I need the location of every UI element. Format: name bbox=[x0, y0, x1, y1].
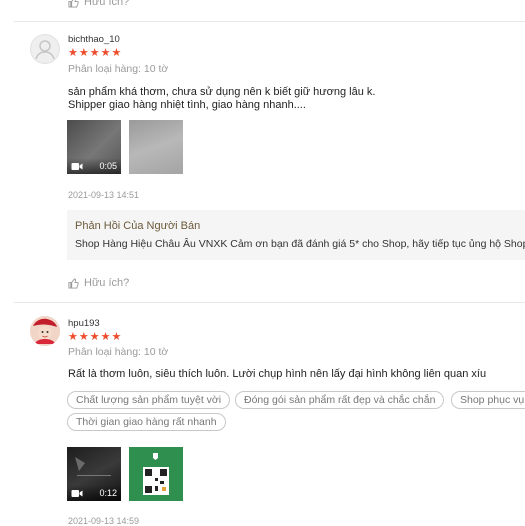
seller-reply-title: Phản Hồi Của Người Bán bbox=[75, 220, 201, 232]
review-tag: Đóng gói sản phẩm rất đẹp và chắc chắn bbox=[235, 391, 445, 409]
review-video-thumbnail[interactable]: 0:05 bbox=[67, 120, 121, 174]
product-variation: Phân loại hàng: 10 tờ bbox=[68, 346, 169, 358]
review-divider bbox=[14, 21, 525, 22]
rating-stars: ★★★★★ bbox=[68, 47, 123, 59]
review-photo-thumbnail[interactable] bbox=[129, 120, 183, 174]
helpful-label: Hữu ích? bbox=[84, 277, 130, 289]
review-divider bbox=[14, 302, 525, 303]
review-comment-line-2: Shipper giao hàng nhiệt tình, giao hàng … bbox=[68, 99, 306, 111]
review-tag: Shop phục vụ bbox=[451, 391, 525, 409]
review-comment-line-1: sản phẩm khá thơm, chưa sử dụng nên k bi… bbox=[68, 86, 376, 98]
review-timestamp: 2021-09-13 14:51 bbox=[68, 190, 140, 200]
user-icon bbox=[35, 40, 55, 60]
video-duration: 0:05 bbox=[99, 161, 117, 171]
thumbs-up-icon bbox=[68, 0, 79, 8]
helpful-label: Hữu ích? bbox=[84, 0, 130, 8]
qr-code-image bbox=[129, 447, 183, 501]
reviewer-username[interactable]: bichthao_10 bbox=[68, 34, 120, 45]
product-variation: Phân loại hàng: 10 tờ bbox=[68, 63, 169, 75]
rating-stars: ★★★★★ bbox=[68, 331, 123, 343]
video-overlay: 0:12 bbox=[67, 485, 121, 501]
video-camera-icon bbox=[71, 162, 83, 170]
video-duration: 0:12 bbox=[99, 488, 117, 498]
review-comment: Rất là thơm luôn, siêu thích luôn. Lười … bbox=[68, 368, 487, 380]
user-photo bbox=[30, 316, 60, 346]
seller-reply-box: Phản Hồi Của Người Bán Shop Hàng Hiệu Ch… bbox=[67, 210, 525, 260]
video-camera-icon bbox=[71, 489, 83, 497]
helpful-button-previous[interactable]: Hữu ích? bbox=[68, 0, 129, 8]
avatar-placeholder[interactable] bbox=[30, 34, 60, 64]
thumbs-up-icon bbox=[68, 277, 79, 289]
review-tag: Thời gian giao hàng rất nhanh bbox=[67, 413, 226, 431]
review-tag: Chất lượng sản phẩm tuyệt vời bbox=[67, 391, 231, 409]
seller-reply-text: Shop Hàng Hiệu Châu Âu VNXK Cảm ơn bạn đ… bbox=[75, 238, 525, 250]
helpful-button[interactable]: Hữu ích? bbox=[68, 277, 129, 289]
video-overlay: 0:05 bbox=[67, 158, 121, 174]
review-photo-thumbnail[interactable] bbox=[129, 447, 183, 501]
avatar[interactable] bbox=[30, 316, 60, 346]
review-video-thumbnail[interactable]: 0:12 bbox=[67, 447, 121, 501]
reviewer-username[interactable]: hpu193 bbox=[68, 318, 100, 329]
